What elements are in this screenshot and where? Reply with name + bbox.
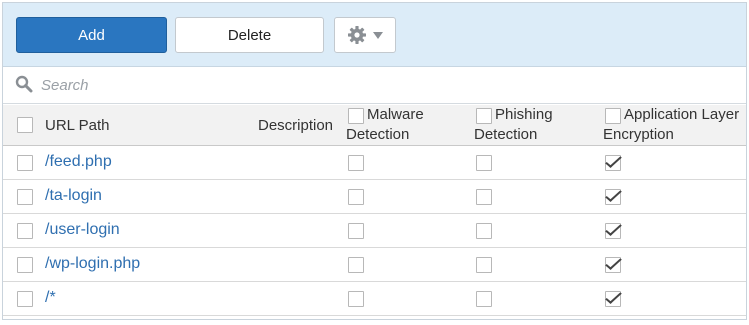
malware-detection-checkbox[interactable] bbox=[348, 291, 364, 307]
column-header-description[interactable]: Description bbox=[258, 116, 333, 136]
search-input[interactable] bbox=[41, 77, 641, 94]
toolbar: Add Delete bbox=[3, 3, 746, 67]
table-row: /* bbox=[3, 282, 746, 316]
encryption-checkbox[interactable] bbox=[605, 155, 621, 171]
url-path-link[interactable]: /* bbox=[45, 289, 56, 307]
table-row: /wp-login.php bbox=[3, 248, 746, 282]
settings-dropdown-button[interactable] bbox=[334, 17, 396, 53]
malware-detection-checkbox[interactable] bbox=[348, 257, 364, 273]
row-select-checkbox[interactable] bbox=[17, 155, 33, 171]
phishing-detection-checkbox[interactable] bbox=[476, 291, 492, 307]
table-row: /user-login bbox=[3, 214, 746, 248]
encryption-checkbox[interactable] bbox=[605, 223, 621, 239]
malware-detection-checkbox[interactable] bbox=[348, 155, 364, 171]
column-header-encryption-line1: Application Layer bbox=[624, 106, 740, 123]
table-header: URL Path Description Malware Detection P… bbox=[3, 105, 746, 146]
row-select-checkbox[interactable] bbox=[17, 189, 33, 205]
url-path-link[interactable]: /feed.php bbox=[45, 153, 112, 171]
search-bar bbox=[3, 68, 746, 104]
row-select-checkbox[interactable] bbox=[17, 223, 33, 239]
column-header-phishing-line2: Detection bbox=[474, 126, 538, 143]
table-row: /feed.php bbox=[3, 146, 746, 180]
phishing-column-checkbox[interactable] bbox=[476, 108, 492, 124]
phishing-detection-checkbox[interactable] bbox=[476, 189, 492, 205]
add-button[interactable]: Add bbox=[16, 17, 167, 53]
encryption-column-checkbox[interactable] bbox=[605, 108, 621, 124]
url-path-table-panel: Add Delete Search URL Path Description M… bbox=[2, 2, 747, 320]
gear-icon bbox=[347, 25, 367, 45]
phishing-detection-checkbox[interactable] bbox=[476, 257, 492, 273]
column-header-phishing-line1: Phishing bbox=[495, 106, 553, 123]
column-header-malware-line2: Detection bbox=[346, 126, 410, 143]
delete-button[interactable]: Delete bbox=[175, 17, 324, 53]
caret-down-icon bbox=[373, 31, 383, 39]
table-row: /ta-login bbox=[3, 180, 746, 214]
column-header-encryption-line2: Encryption bbox=[603, 126, 674, 143]
malware-detection-checkbox[interactable] bbox=[348, 189, 364, 205]
encryption-checkbox[interactable] bbox=[605, 257, 621, 273]
row-select-checkbox[interactable] bbox=[17, 257, 33, 273]
phishing-detection-checkbox[interactable] bbox=[476, 155, 492, 171]
malware-detection-checkbox[interactable] bbox=[348, 223, 364, 239]
select-all-checkbox[interactable] bbox=[17, 117, 33, 133]
column-header-url-path[interactable]: URL Path bbox=[45, 116, 109, 136]
url-path-link[interactable]: /ta-login bbox=[45, 187, 102, 205]
encryption-checkbox[interactable] bbox=[605, 291, 621, 307]
url-path-link[interactable]: /wp-login.php bbox=[45, 255, 140, 273]
search-icon bbox=[15, 75, 33, 96]
row-select-checkbox[interactable] bbox=[17, 291, 33, 307]
malware-column-checkbox[interactable] bbox=[348, 108, 364, 124]
url-path-link[interactable]: /user-login bbox=[45, 221, 120, 239]
encryption-checkbox[interactable] bbox=[605, 189, 621, 205]
column-header-malware-line1: Malware bbox=[367, 106, 424, 123]
phishing-detection-checkbox[interactable] bbox=[476, 223, 492, 239]
